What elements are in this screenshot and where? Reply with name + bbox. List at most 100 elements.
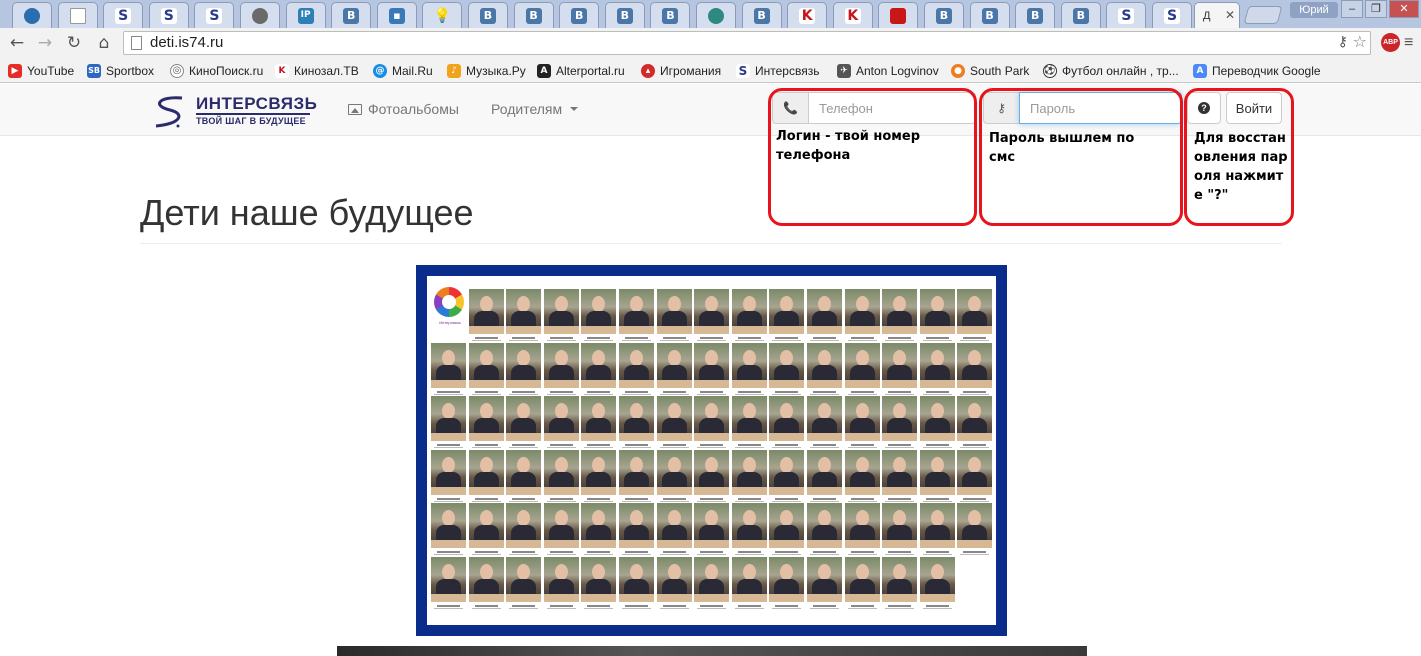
home-icon[interactable]: ⌂: [93, 32, 115, 54]
url-text[interactable]: deti.is74.ru: [150, 34, 223, 51]
nav-albums-link[interactable]: Фотоальбомы: [348, 101, 459, 117]
intersvyaz-icon: S: [206, 7, 223, 24]
browser-tab[interactable]: [240, 2, 280, 28]
bookmark-label: Alterportal.ru: [556, 64, 625, 78]
student-photo: [769, 449, 805, 505]
bookmark-item[interactable]: ♪ Музыка.Ру: [447, 62, 526, 80]
bookmark-item[interactable]: ⚽ Футбол онлайн , тр...: [1043, 62, 1179, 80]
student-photo: [882, 556, 918, 612]
student-photo: [581, 503, 617, 558]
browser-tab[interactable]: S: [103, 2, 144, 28]
bookmark-item[interactable]: ✈ Anton Logvinov: [837, 62, 939, 80]
student-photo: [619, 289, 654, 344]
adblock-icon[interactable]: ABP: [1381, 33, 1400, 52]
poster-canvas: Интерсвязь: [427, 276, 996, 625]
vk-icon: B: [936, 7, 952, 24]
logo-divider: [196, 113, 310, 115]
close-window-button[interactable]: ✕: [1389, 0, 1419, 18]
browser-tab[interactable]: [57, 2, 98, 28]
bookmark-label: Игромания: [660, 64, 722, 78]
bookmark-label: Футбол онлайн , тр...: [1062, 64, 1179, 78]
poster-caption: Интерсвязь: [439, 320, 461, 325]
browser-tab[interactable]: S: [1152, 2, 1192, 28]
person-icon: [252, 7, 268, 24]
kinopoisk-icon: ◎: [170, 64, 184, 78]
vk-icon: B: [1072, 7, 1089, 24]
nav-parents-dropdown[interactable]: Родителям: [491, 101, 579, 117]
browser-tab[interactable]: [878, 2, 919, 28]
bookmark-star-icon[interactable]: ☆: [1353, 32, 1367, 52]
vk-icon: B: [981, 7, 998, 24]
new-tab-button[interactable]: [1243, 6, 1283, 24]
browser-tab[interactable]: ▪: [376, 2, 417, 28]
student-photo: [543, 396, 579, 451]
browser-tab[interactable]: B: [331, 2, 372, 28]
browser-tab[interactable]: B: [1015, 2, 1056, 28]
browser-tab[interactable]: B: [468, 2, 508, 28]
bookmark-item[interactable]: S Интерсвязь: [736, 62, 819, 80]
bookmark-label: South Park: [970, 64, 1030, 78]
student-photo: [506, 449, 542, 505]
bookmark-item[interactable]: A Переводчик Google: [1193, 62, 1321, 80]
student-photo: [844, 449, 880, 505]
intersvyaz-icon: S: [160, 7, 177, 24]
minimize-button[interactable]: –: [1341, 0, 1363, 18]
browser-tab[interactable]: B: [924, 2, 964, 28]
address-bar[interactable]: deti.is74.ru ⚷ ☆: [123, 31, 1371, 55]
back-icon[interactable]: ←: [6, 32, 28, 54]
student-photo: [882, 503, 918, 558]
forward-icon[interactable]: →: [34, 32, 56, 54]
restore-button[interactable]: ❐: [1365, 0, 1387, 18]
bookmark-item[interactable]: @ Mail.Ru: [373, 62, 433, 80]
browser-tab-active[interactable]: Д ✕: [1194, 2, 1240, 28]
bookmark-item[interactable]: ● South Park: [951, 62, 1029, 80]
student-photo: [506, 289, 542, 344]
student-photo: [468, 289, 504, 344]
bookmark-item[interactable]: SB Sportbox: [87, 62, 154, 80]
key-icon[interactable]: ⚷: [1338, 33, 1348, 50]
browser-tab[interactable]: S: [1106, 2, 1147, 28]
southpark-icon: ●: [951, 64, 965, 78]
close-tab-icon[interactable]: ✕: [1225, 8, 1235, 22]
kinozal-icon: K: [799, 7, 816, 24]
bookmark-label: Интерсвязь: [755, 64, 820, 78]
student-photo: [619, 503, 654, 558]
browser-tab[interactable]: K: [787, 2, 828, 28]
browser-tab[interactable]: B: [559, 2, 600, 28]
profile-button[interactable]: Юрий: [1290, 2, 1338, 18]
browser-tab[interactable]: [12, 2, 52, 28]
student-photo: [694, 503, 730, 558]
student-photo: [919, 396, 955, 451]
browser-tab[interactable]: K: [832, 2, 873, 28]
music-icon: ♪: [447, 64, 461, 78]
bookmark-item[interactable]: ▴ Игромания: [641, 62, 721, 80]
document-icon: [69, 7, 86, 24]
student-photo: [731, 342, 767, 398]
bookmark-item[interactable]: A Alterportal.ru: [537, 62, 625, 80]
bookmark-item[interactable]: ▶ YouTube: [8, 62, 74, 80]
browser-tab[interactable]: [696, 2, 736, 28]
second-photo[interactable]: [337, 646, 1087, 656]
student-photo: [656, 289, 692, 344]
browser-tab[interactable]: IP: [285, 2, 326, 28]
student-photo: [468, 503, 504, 558]
intersvyaz-icon: S: [1118, 7, 1135, 24]
class-photo-poster[interactable]: Интерсвязь: [416, 265, 1007, 636]
igromania-icon: ▴: [641, 64, 655, 78]
reload-icon[interactable]: ↻: [63, 32, 85, 54]
chrome-menu-icon[interactable]: ≡: [1404, 34, 1420, 52]
bookmark-item[interactable]: ◎ КиноПоиск.ru: [170, 62, 263, 80]
student-photo: [656, 396, 692, 451]
browser-tab[interactable]: B: [1060, 2, 1101, 28]
browser-tab[interactable]: B: [513, 2, 554, 28]
browser-tab[interactable]: S: [148, 2, 189, 28]
browser-tab[interactable]: B: [741, 2, 782, 28]
browser-tab[interactable]: B: [604, 2, 645, 28]
browser-tab[interactable]: B: [650, 2, 691, 28]
browser-tab[interactable]: S: [194, 2, 235, 28]
student-photo: [581, 342, 617, 398]
student-photo: [957, 396, 993, 451]
browser-tab[interactable]: B: [969, 2, 1010, 28]
bookmark-item[interactable]: K Кинозал.ТВ: [275, 62, 359, 80]
browser-tab[interactable]: 💡: [422, 2, 463, 28]
